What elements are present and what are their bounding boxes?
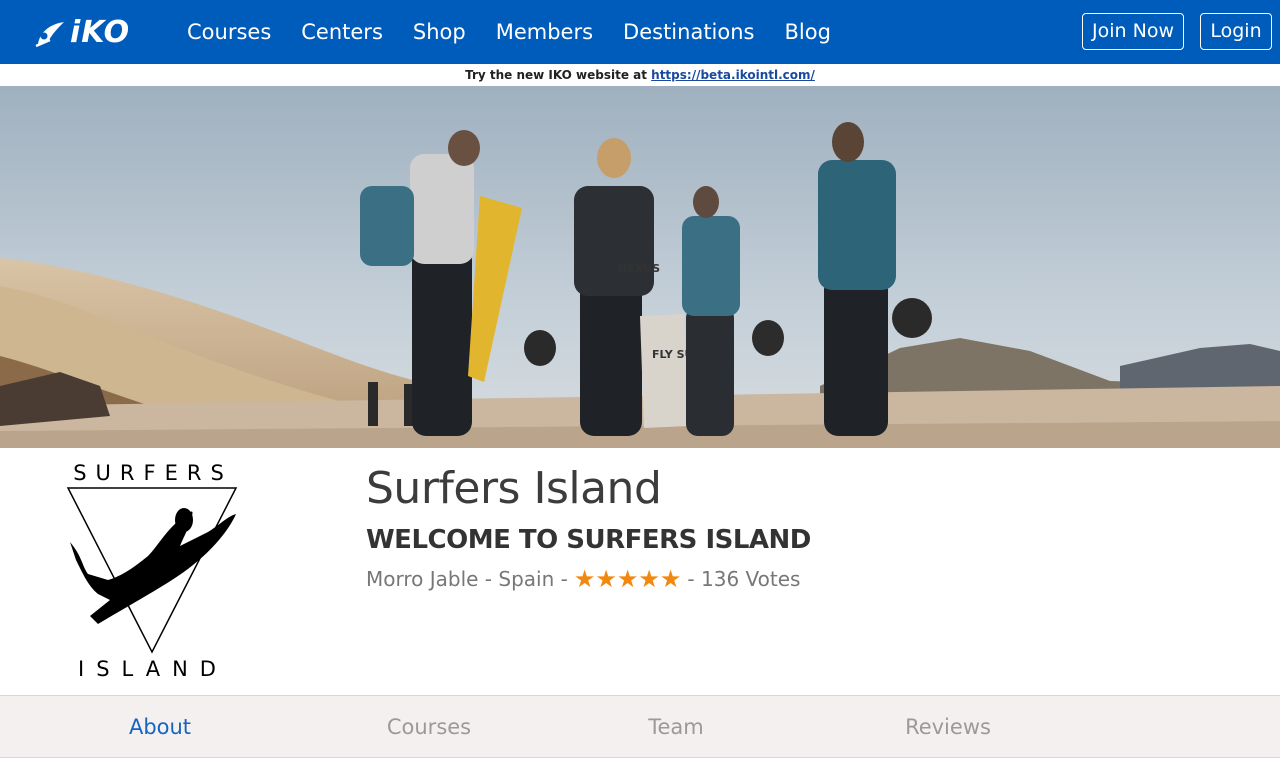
beta-notice: Try the new IKO website at https://beta.… [0, 64, 1280, 86]
beta-notice-text: Try the new IKO website at [465, 68, 652, 82]
nav-link-shop[interactable]: Shop [398, 0, 481, 64]
center-title: Surfers Island [366, 463, 662, 514]
nav-link-centers[interactable]: Centers [286, 0, 398, 64]
center-tabs: About Courses Team Reviews [0, 695, 1280, 758]
hero-scene: FLY SUR FER NEXUS [0, 86, 1280, 448]
tab-reviews[interactable]: Reviews [888, 696, 1008, 758]
tab-about[interactable]: About [100, 696, 220, 758]
center-location: Morro Jable - Spain - [366, 567, 568, 591]
surfers-island-logo: SURFERS ISLAND [66, 461, 238, 681]
beta-site-link[interactable]: https://beta.ikointl.com/ [651, 68, 815, 82]
nav-link-courses[interactable]: Courses [172, 0, 286, 64]
login-button[interactable]: Login [1200, 13, 1272, 50]
top-navbar: iKO Courses Centers Shop Members Destina… [0, 0, 1280, 64]
logo-wordmark: iKO [70, 15, 131, 50]
nav-link-members[interactable]: Members [481, 0, 608, 64]
svg-text:NEXUS: NEXUS [618, 262, 660, 275]
vote-count: - 136 Votes [687, 567, 801, 591]
iko-logo[interactable]: iKO [34, 16, 150, 50]
nav-link-destinations[interactable]: Destinations [608, 0, 769, 64]
nav-link-blog[interactable]: Blog [770, 0, 846, 64]
kite-logo-icon [35, 22, 64, 48]
tab-team[interactable]: Team [616, 696, 736, 758]
rating-stars-icon: ★★★★★ [573, 565, 682, 593]
main-nav: Courses Centers Shop Members Destination… [172, 0, 846, 64]
center-meta: Morro Jable - Spain - ★★★★★ - 136 Votes [366, 565, 800, 593]
center-subtitle: WELCOME TO SURFERS ISLAND [366, 525, 811, 555]
join-now-button[interactable]: Join Now [1082, 13, 1184, 50]
tab-courses[interactable]: Courses [369, 696, 489, 758]
hero-image: FLY SUR FER NEXUS [0, 86, 1280, 448]
svg-text:ISLAND: ISLAND [78, 657, 228, 681]
center-logo: SURFERS ISLAND [58, 456, 248, 686]
svg-text:SURFERS: SURFERS [73, 461, 233, 485]
